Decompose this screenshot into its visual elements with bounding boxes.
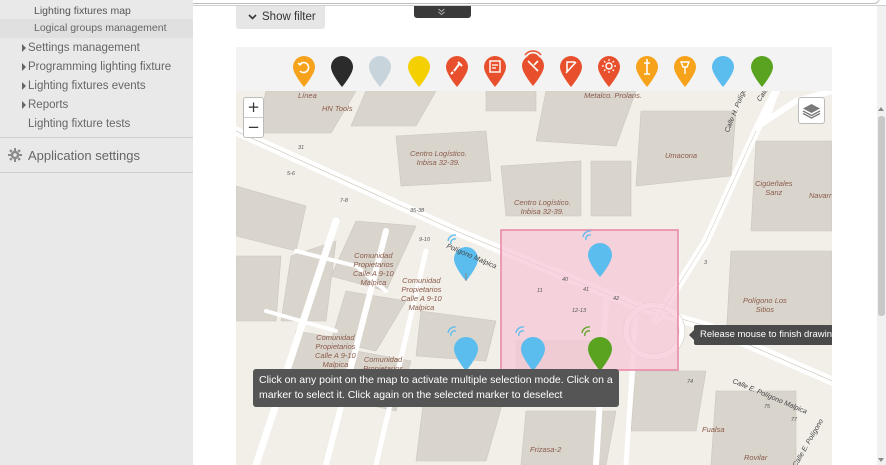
map-number: 5-6 bbox=[287, 171, 295, 177]
map-label-comunidad-1: Comunidad Propietarios Calle A 9-10 Malp… bbox=[353, 251, 394, 287]
yellow-pin-icon[interactable] bbox=[406, 54, 432, 88]
draw-tooltip: Release mouse to finish drawing. bbox=[689, 325, 832, 345]
map-number: 11 bbox=[537, 288, 543, 294]
sun-pin-icon[interactable] bbox=[596, 54, 622, 88]
layers-button[interactable] bbox=[798, 97, 825, 124]
black-pin-icon[interactable] bbox=[329, 54, 355, 88]
app-root: Lighting fixtures map Logical groups man… bbox=[0, 0, 886, 465]
map-label-navarro: Navarr bbox=[809, 191, 832, 200]
map-number: 75 bbox=[764, 404, 771, 410]
map-number: 41 bbox=[583, 287, 590, 293]
page-scrollbar[interactable] bbox=[877, 6, 886, 465]
map-tiles bbox=[236, 91, 832, 465]
map-label-comunidad-2: Comunidad Propietarios Calle A 9-10 Malp… bbox=[401, 276, 442, 312]
map-label-centro-2: Centro Logístico. Inbisa 32-39. bbox=[514, 198, 571, 216]
double-chevron-down-icon bbox=[438, 8, 445, 16]
marker-legend bbox=[236, 47, 832, 91]
map-number: 12-13 bbox=[572, 308, 587, 314]
help-tooltip: Click on any point on the map to activat… bbox=[253, 369, 619, 407]
plug-pin-icon[interactable] bbox=[444, 54, 470, 88]
map-label-centro-1: Centro Logístico. Inbisa 32-39. bbox=[410, 149, 467, 167]
blue-pin-icon[interactable] bbox=[710, 54, 736, 88]
caret-right-icon bbox=[22, 82, 26, 90]
map-number: 3 bbox=[704, 260, 708, 266]
caret-right-icon bbox=[22, 101, 26, 109]
sidebar: Lighting fixtures map Logical groups man… bbox=[0, 0, 193, 465]
scroll-up-arrow-icon[interactable] bbox=[878, 107, 884, 111]
lamp-pin-icon[interactable] bbox=[634, 54, 660, 88]
no-signal-pin-icon[interactable] bbox=[520, 49, 546, 87]
scrollbar-thumb[interactable] bbox=[878, 116, 885, 316]
map-number: 74 bbox=[687, 379, 694, 385]
gear-icon bbox=[8, 148, 22, 162]
caret-right-icon bbox=[22, 44, 26, 52]
main-content: Show filter Línea Metalco. Prolans. HN T… bbox=[193, 6, 886, 465]
show-filter-label: Show filter bbox=[262, 11, 316, 23]
map-label-hn-tools: HN Tools bbox=[322, 104, 353, 113]
layers-icon bbox=[802, 104, 821, 119]
zoom-in-button[interactable]: + bbox=[244, 98, 263, 117]
map-label-fualsa: Fualsa bbox=[702, 425, 725, 434]
map-number: 42 bbox=[613, 296, 620, 302]
grey-pin-icon[interactable] bbox=[367, 54, 393, 88]
map-number: 31 bbox=[298, 145, 305, 151]
green-pin-icon[interactable] bbox=[749, 54, 775, 88]
map-number: 9-10 bbox=[419, 237, 431, 243]
map-label-ciguenales: Cigüeñales Sanz bbox=[755, 179, 793, 197]
chevron-down-icon bbox=[248, 14, 257, 20]
map-label-frizasa: Frizasa-2 bbox=[530, 445, 562, 454]
map-canvas[interactable]: Línea Metalco. Prolans. HN Tools Centro … bbox=[236, 91, 832, 465]
zoom-control: + − bbox=[243, 97, 264, 138]
map-number: 35-38 bbox=[410, 208, 425, 214]
map-label-metalco: Metalco. Prolans. bbox=[584, 91, 642, 100]
edit-off-pin-icon[interactable] bbox=[558, 54, 584, 88]
zoom-out-button[interactable]: − bbox=[244, 118, 263, 137]
show-filter-button[interactable]: Show filter bbox=[236, 6, 325, 29]
doc-pin-icon[interactable] bbox=[482, 54, 508, 88]
collapse-panel-tab[interactable] bbox=[414, 6, 471, 18]
map-label-umacona: Umacona bbox=[665, 151, 698, 160]
map-label-poligono-sitios: Polígono Los Sitios bbox=[743, 296, 787, 314]
sidebar-divider bbox=[0, 137, 193, 138]
sidebar-divider bbox=[0, 172, 193, 173]
lamp-outline-pin-icon[interactable] bbox=[672, 54, 698, 88]
map-label-linea: Línea bbox=[298, 91, 317, 100]
history-pin-icon[interactable] bbox=[291, 54, 317, 88]
scroll-down-arrow-icon[interactable] bbox=[878, 458, 884, 462]
map-panel: Línea Metalco. Prolans. HN Tools Centro … bbox=[236, 47, 832, 465]
sidebar-item-application-settings[interactable]: Application settings bbox=[28, 148, 140, 163]
map-number: 77 bbox=[791, 417, 798, 423]
map-number: 40 bbox=[562, 277, 569, 283]
caret-right-icon bbox=[22, 63, 26, 71]
map-label-comunidad-3: Comunidad Propietarios Calle A 9-10 Malp… bbox=[315, 333, 356, 369]
map-number: 7-8 bbox=[340, 198, 348, 204]
map-label-rovilar: Rovilar bbox=[744, 453, 768, 462]
